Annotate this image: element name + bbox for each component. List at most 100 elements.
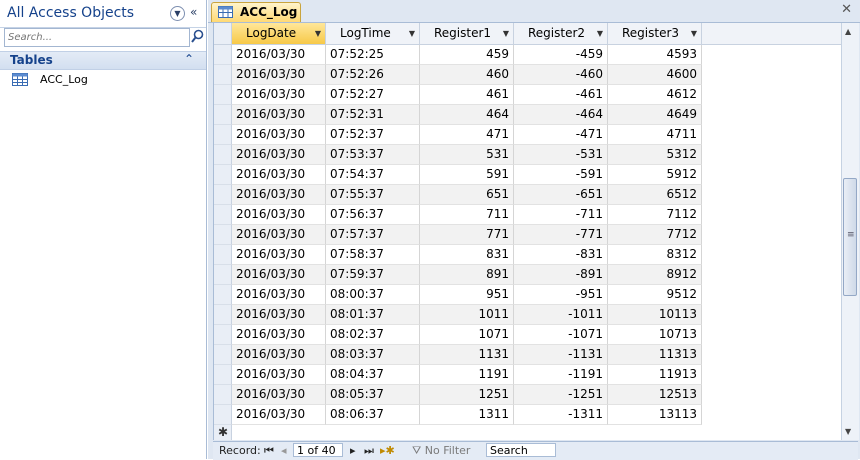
dropdown-arrow-icon[interactable]: ▼ bbox=[315, 23, 321, 44]
cell-register1[interactable]: 891 bbox=[420, 265, 514, 285]
record-selector[interactable] bbox=[214, 405, 232, 425]
cell-logdate[interactable]: 2016/03/30 bbox=[232, 345, 326, 365]
cell-logtime[interactable]: 07:52:26 bbox=[326, 65, 420, 85]
cell-register2[interactable]: -891 bbox=[514, 265, 608, 285]
cell-register2[interactable]: -711 bbox=[514, 205, 608, 225]
cell-logtime[interactable]: 07:57:37 bbox=[326, 225, 420, 245]
current-record-box[interactable]: 1 of 40 bbox=[293, 443, 343, 457]
cell-logdate[interactable]: 2016/03/30 bbox=[232, 85, 326, 105]
cell-register1[interactable]: 1071 bbox=[420, 325, 514, 345]
cell-logdate[interactable]: 2016/03/30 bbox=[232, 225, 326, 245]
cell-register3[interactable]: 13113 bbox=[608, 405, 702, 425]
cell-register3[interactable]: 10113 bbox=[608, 305, 702, 325]
record-selector[interactable] bbox=[214, 325, 232, 345]
close-icon[interactable]: ✕ bbox=[841, 2, 852, 17]
search-box[interactable] bbox=[4, 28, 190, 47]
table-row[interactable]: 2016/03/30 08:02:37 1071 -1071 10713 bbox=[214, 325, 841, 345]
next-record-icon[interactable]: ▸ bbox=[350, 444, 356, 457]
cell-logtime[interactable]: 07:52:31 bbox=[326, 105, 420, 125]
cell-register1[interactable]: 460 bbox=[420, 65, 514, 85]
cell-logdate[interactable]: 2016/03/30 bbox=[232, 65, 326, 85]
cell-logdate[interactable]: 2016/03/30 bbox=[232, 305, 326, 325]
cell-register1[interactable]: 1131 bbox=[420, 345, 514, 365]
record-selector[interactable]: ✱ bbox=[214, 425, 232, 440]
cell-logtime[interactable]: 08:04:37 bbox=[326, 365, 420, 385]
cell-logtime[interactable]: 07:52:37 bbox=[326, 125, 420, 145]
cell-register1[interactable]: 651 bbox=[420, 185, 514, 205]
cell-register1[interactable]: 1011 bbox=[420, 305, 514, 325]
table-row[interactable]: 2016/03/30 07:52:37 471 -471 4711 bbox=[214, 125, 841, 145]
table-row[interactable]: 2016/03/30 08:05:37 1251 -1251 12513 bbox=[214, 385, 841, 405]
table-row[interactable]: 2016/03/30 07:59:37 891 -891 8912 bbox=[214, 265, 841, 285]
cell-register1[interactable]: 531 bbox=[420, 145, 514, 165]
cell-logdate[interactable]: 2016/03/30 bbox=[232, 325, 326, 345]
cell-register3[interactable]: 8912 bbox=[608, 265, 702, 285]
record-selector[interactable] bbox=[214, 65, 232, 85]
cell-logtime[interactable]: 07:52:25 bbox=[326, 45, 420, 65]
cell-register3[interactable]: 4711 bbox=[608, 125, 702, 145]
table-row[interactable]: 2016/03/30 07:52:26 460 -460 4600 bbox=[214, 65, 841, 85]
cell-register3[interactable]: 9512 bbox=[608, 285, 702, 305]
cell-logtime[interactable]: 08:03:37 bbox=[326, 345, 420, 365]
cell-register3[interactable]: 4593 bbox=[608, 45, 702, 65]
cell-register1[interactable]: 1191 bbox=[420, 365, 514, 385]
tab-acc-log[interactable]: ACC_Log bbox=[211, 2, 301, 22]
first-record-icon[interactable]: ⏮ bbox=[264, 444, 274, 458]
scroll-thumb[interactable]: ≡ bbox=[843, 178, 857, 296]
cell-register3[interactable]: 11313 bbox=[608, 345, 702, 365]
cell-logtime[interactable]: 08:02:37 bbox=[326, 325, 420, 345]
cell-register2[interactable]: -1311 bbox=[514, 405, 608, 425]
last-record-icon[interactable]: ⏭ bbox=[364, 444, 374, 458]
cell-logtime[interactable]: 07:52:27 bbox=[326, 85, 420, 105]
cell-register1[interactable]: 461 bbox=[420, 85, 514, 105]
nav-header[interactable]: All Access Objects ▼ « bbox=[0, 0, 206, 28]
nav-item-acc-log[interactable]: ACC_Log bbox=[12, 72, 192, 90]
column-header-logtime[interactable]: LogTime ▼ bbox=[326, 23, 420, 44]
cell-register1[interactable]: 459 bbox=[420, 45, 514, 65]
cell-register3[interactable]: 4649 bbox=[608, 105, 702, 125]
cell-logdate[interactable]: 2016/03/30 bbox=[232, 45, 326, 65]
cell-register3[interactable]: 12513 bbox=[608, 385, 702, 405]
cell-register2[interactable]: -831 bbox=[514, 245, 608, 265]
cell-logtime[interactable]: 07:59:37 bbox=[326, 265, 420, 285]
cell-register3[interactable]: 8312 bbox=[608, 245, 702, 265]
cell-register1[interactable]: 471 bbox=[420, 125, 514, 145]
cell-logtime[interactable]: 08:05:37 bbox=[326, 385, 420, 405]
cell-register1[interactable]: 591 bbox=[420, 165, 514, 185]
cell-register1[interactable]: 1251 bbox=[420, 385, 514, 405]
cell-register2[interactable]: -1011 bbox=[514, 305, 608, 325]
record-selector[interactable] bbox=[214, 225, 232, 245]
cell-logdate[interactable]: 2016/03/30 bbox=[232, 365, 326, 385]
collapse-group-icon[interactable]: ⌃ bbox=[184, 52, 194, 66]
table-row[interactable]: 2016/03/30 07:55:37 651 -651 6512 bbox=[214, 185, 841, 205]
cell-register2[interactable]: -531 bbox=[514, 145, 608, 165]
record-selector[interactable] bbox=[214, 365, 232, 385]
table-row[interactable]: 2016/03/30 07:54:37 591 -591 5912 bbox=[214, 165, 841, 185]
record-selector[interactable] bbox=[214, 345, 232, 365]
record-selector[interactable] bbox=[214, 45, 232, 65]
record-selector[interactable] bbox=[214, 165, 232, 185]
cell-register2[interactable]: -951 bbox=[514, 285, 608, 305]
table-row[interactable]: 2016/03/30 07:52:27 461 -461 4612 bbox=[214, 85, 841, 105]
new-record-row[interactable]: ✱ bbox=[214, 425, 841, 440]
cell-register2[interactable]: -464 bbox=[514, 105, 608, 125]
dropdown-arrow-icon[interactable]: ▼ bbox=[691, 23, 697, 44]
new-record-icon[interactable]: ▸✱ bbox=[380, 444, 395, 457]
record-selector[interactable] bbox=[214, 85, 232, 105]
cell-register2[interactable]: -471 bbox=[514, 125, 608, 145]
cell-logdate[interactable]: 2016/03/30 bbox=[232, 105, 326, 125]
table-row[interactable]: 2016/03/30 07:58:37 831 -831 8312 bbox=[214, 245, 841, 265]
dropdown-arrow-icon[interactable]: ▼ bbox=[597, 23, 603, 44]
cell-register1[interactable]: 1311 bbox=[420, 405, 514, 425]
cell-logdate[interactable]: 2016/03/30 bbox=[232, 205, 326, 225]
previous-record-icon[interactable]: ◂ bbox=[281, 444, 287, 457]
table-row[interactable]: 2016/03/30 08:00:37 951 -951 9512 bbox=[214, 285, 841, 305]
chevron-down-icon[interactable]: ▼ bbox=[170, 6, 185, 21]
cell-logtime[interactable]: 07:53:37 bbox=[326, 145, 420, 165]
scroll-up-icon[interactable]: ▲ bbox=[845, 27, 851, 36]
column-header-register2[interactable]: Register2 ▼ bbox=[514, 23, 608, 44]
cell-logdate[interactable]: 2016/03/30 bbox=[232, 185, 326, 205]
table-row[interactable]: 2016/03/30 08:01:37 1011 -1011 10113 bbox=[214, 305, 841, 325]
cell-logtime[interactable]: 08:01:37 bbox=[326, 305, 420, 325]
cell-logdate[interactable]: 2016/03/30 bbox=[232, 265, 326, 285]
